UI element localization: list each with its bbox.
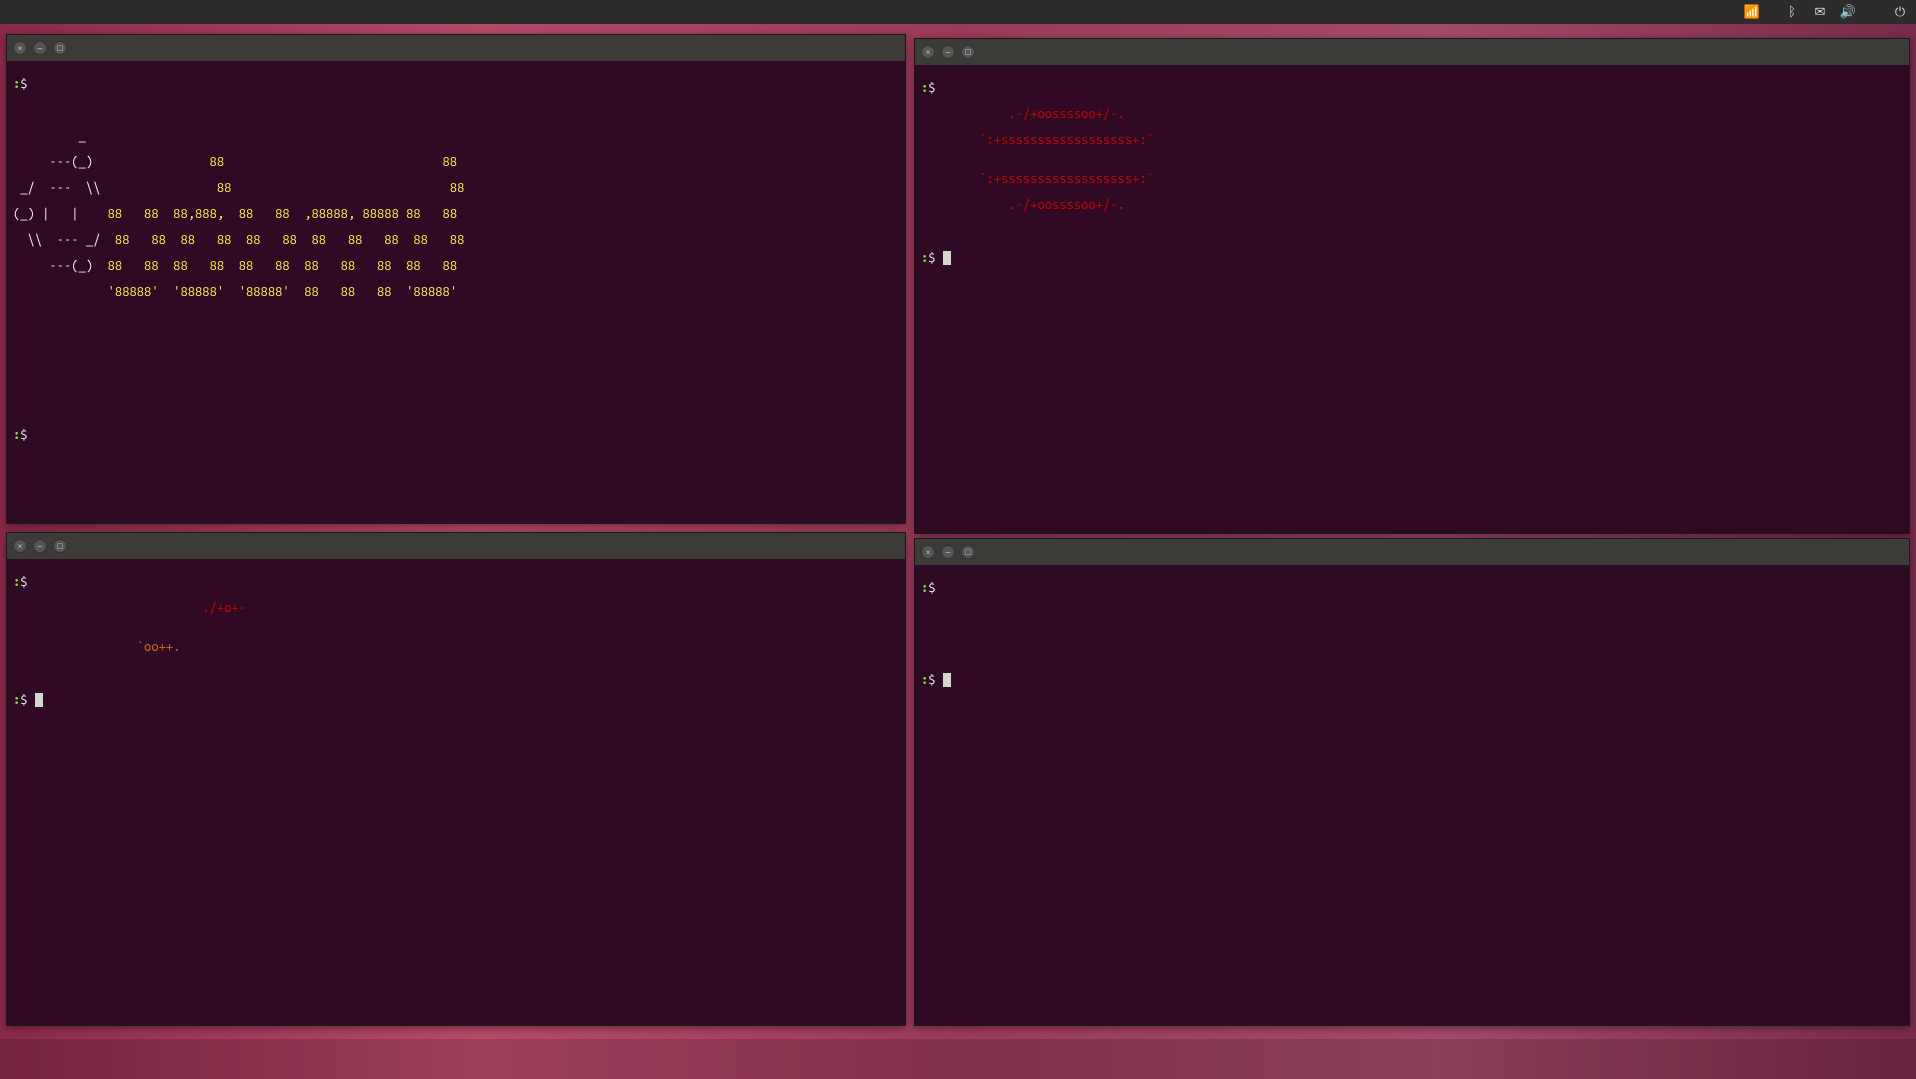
terminal-body[interactable]: :$ :$ xyxy=(915,565,1909,1025)
minimize-icon[interactable]: – xyxy=(33,41,47,55)
system-tray: 📶 ᛒ ✉ 🔊 ⏻ xyxy=(1744,4,1908,20)
volume-icon[interactable]: 🔊 xyxy=(1840,4,1856,20)
maximize-icon[interactable]: □ xyxy=(53,539,67,553)
titlebar[interactable]: × – □ xyxy=(7,533,905,559)
terminal-body[interactable]: :$ _ ---(_) 88 xyxy=(7,61,905,523)
messages-icon[interactable]: ✉ xyxy=(1812,4,1828,20)
launcher-dock xyxy=(0,1039,1916,1079)
minimize-icon[interactable]: – xyxy=(33,539,47,553)
close-icon[interactable]: × xyxy=(13,41,27,55)
terminal-body[interactable]: :$ .-/+oossssoo+/-. `:+sssssssssssssssss… xyxy=(915,65,1909,533)
minimize-icon[interactable]: – xyxy=(941,545,955,559)
close-icon[interactable]: × xyxy=(13,539,27,553)
workspace: × – □ :$ _ ---(_) xyxy=(0,24,1916,1039)
maximize-icon[interactable]: □ xyxy=(53,41,67,55)
close-icon[interactable]: × xyxy=(921,45,935,59)
terminal-body[interactable]: :$ ./+o+- `oo++. :$ xyxy=(7,559,905,1025)
titlebar[interactable]: × – □ xyxy=(915,539,1909,565)
maximize-icon[interactable]: □ xyxy=(961,45,975,59)
bluetooth-icon[interactable]: ᛒ xyxy=(1784,4,1800,20)
power-icon[interactable]: ⏻ xyxy=(1892,4,1908,20)
cursor xyxy=(35,693,43,707)
close-icon[interactable]: × xyxy=(921,545,935,559)
top-menu-bar: 📶 ᛒ ✉ 🔊 ⏻ xyxy=(0,0,1916,24)
titlebar[interactable]: × – □ xyxy=(915,39,1909,65)
terminal-window-neofetch[interactable]: × – □ :$ .-/+oossssoo+/-. `:+sssssssssss… xyxy=(914,38,1910,534)
titlebar[interactable]: × – □ xyxy=(7,35,905,61)
terminal-window-linuxlogo[interactable]: × – □ :$ _ ---(_) xyxy=(6,34,906,524)
maximize-icon[interactable]: □ xyxy=(961,545,975,559)
cursor xyxy=(943,673,951,687)
terminal-window-archey[interactable]: × – □ :$ :$ xyxy=(914,538,1910,1026)
minimize-icon[interactable]: – xyxy=(941,45,955,59)
wifi-icon[interactable]: 📶 xyxy=(1744,4,1760,20)
cursor xyxy=(943,251,951,265)
terminal-window-screenfetch[interactable]: × – □ :$ ./+o+- `oo++. :$ xyxy=(6,532,906,1026)
